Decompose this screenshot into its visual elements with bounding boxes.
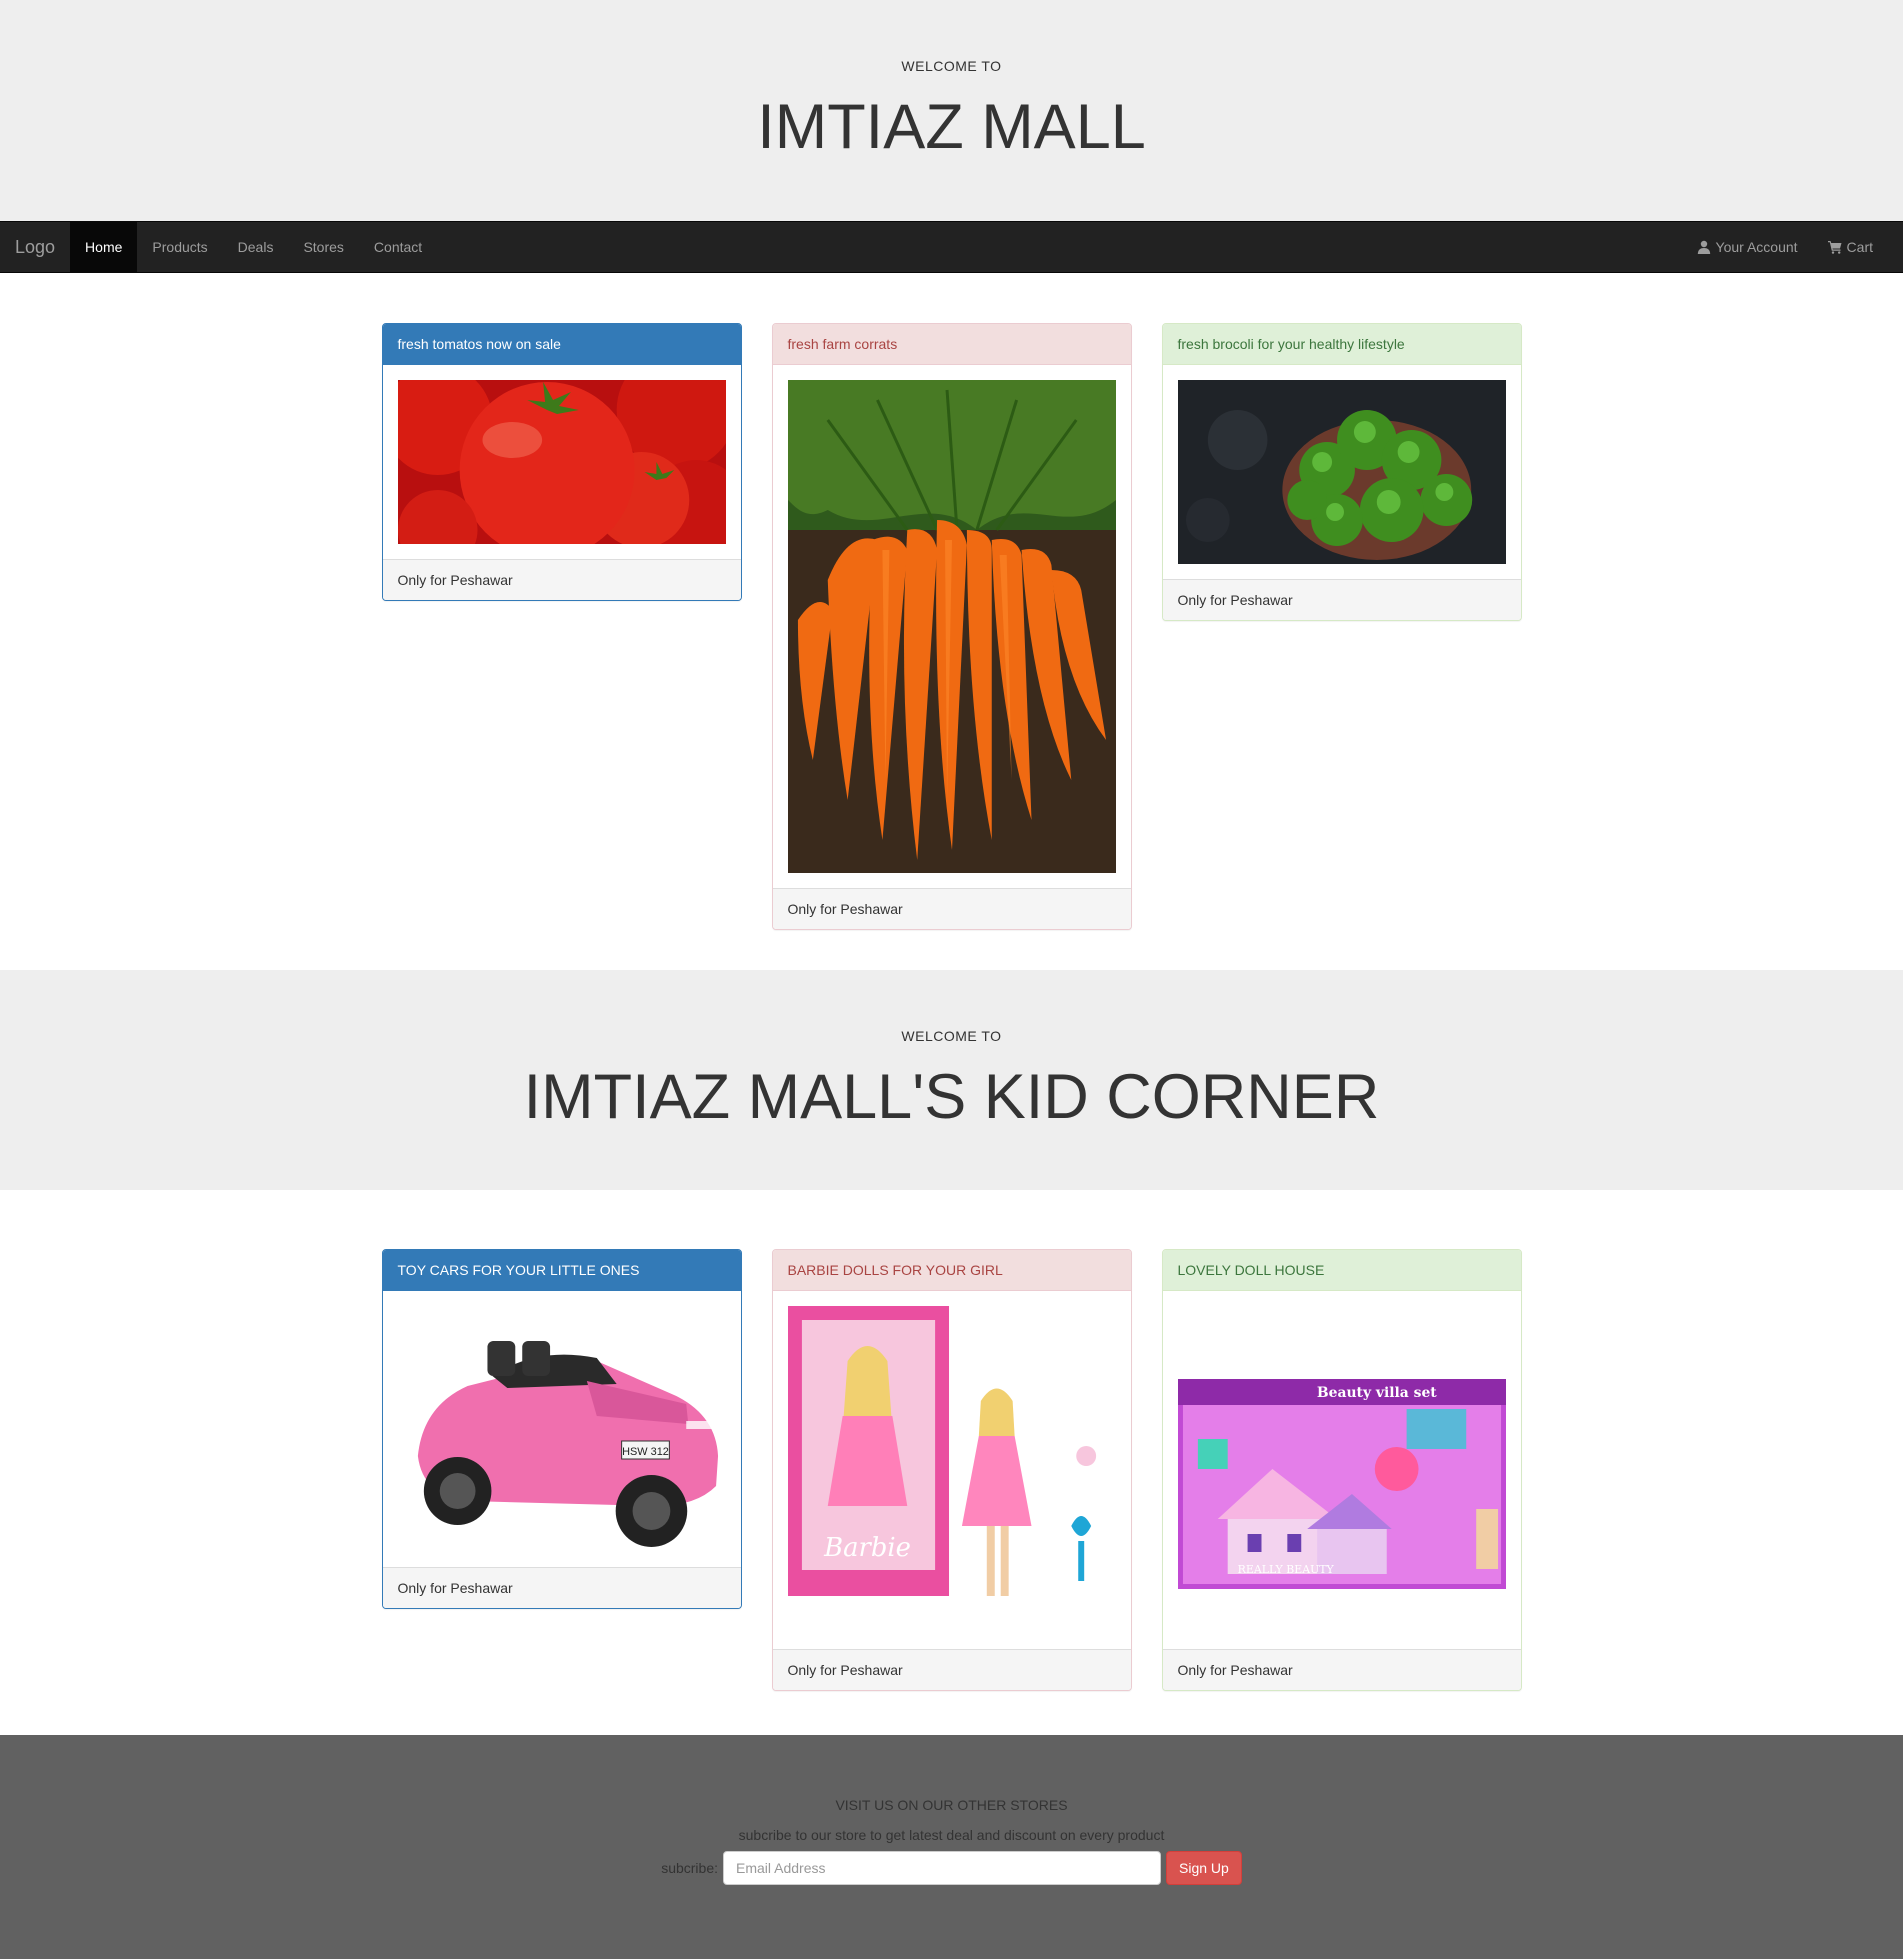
nav-link-contact[interactable]: Contact xyxy=(359,222,437,272)
barbie-doll-image: Barbie xyxy=(787,1306,1116,1634)
cart-icon xyxy=(1827,241,1842,254)
your-account-link[interactable]: Your Account xyxy=(1682,222,1813,272)
product-panel-broccoli: fresh brocoli for your healthy lifestyle xyxy=(1161,323,1522,621)
main-navbar: Logo Home Products Deals Stores Contact … xyxy=(0,221,1903,273)
product-panel-toy-car: TOY CARS FOR YOUR LITTLE ONES HSW 312 On… xyxy=(381,1249,742,1609)
kids-products-row: TOY CARS FOR YOUR LITTLE ONES HSW 312 On… xyxy=(381,1190,1522,1735)
product-panel-carrots: fresh farm corrats Only for Peshawar xyxy=(771,323,1132,930)
footer-subtitle: subcribe to our store to get latest deal… xyxy=(738,1827,1165,1843)
nav-link-home[interactable]: Home xyxy=(70,222,138,272)
nav-link-products[interactable]: Products xyxy=(137,222,222,272)
page-footer: VISIT US ON OUR OTHER STORES subcribe to… xyxy=(0,1735,1903,1959)
nav-link-deals[interactable]: Deals xyxy=(223,222,289,272)
panel-heading: TOY CARS FOR YOUR LITTLE ONES xyxy=(382,1250,741,1291)
email-input[interactable] xyxy=(723,1851,1161,1885)
panel-footer: Only for Peshawar xyxy=(1162,1649,1521,1690)
panel-footer: Only for Peshawar xyxy=(772,888,1131,929)
svg-text:Beauty villa set: Beauty villa set xyxy=(1316,1385,1436,1401)
kids-corner-jumbotron: WELCOME TO IMTIAZ MALL'S KID CORNER xyxy=(0,970,1903,1190)
carrots-image xyxy=(787,380,1116,873)
doll-house-image: Beauty villa set REALLY BEAUTY xyxy=(1177,1306,1506,1634)
panel-footer: Only for Peshawar xyxy=(382,559,741,600)
panel-heading: fresh farm corrats xyxy=(772,324,1131,365)
panel-heading: fresh brocoli for your healthy lifestyle xyxy=(1162,324,1521,365)
panel-footer: Only for Peshawar xyxy=(1162,579,1521,620)
footer-title: VISIT US ON OUR OTHER STORES xyxy=(835,1797,1068,1813)
subscribe-form: subcribe: Sign Up xyxy=(0,1851,1903,1885)
welcome-jumbotron: WELCOME TO IMTIAZ MALL xyxy=(0,0,1903,221)
user-icon xyxy=(1697,240,1710,254)
product-panel-barbie: BARBIE DOLLS FOR YOUR GIRL Barbie Only f… xyxy=(771,1249,1132,1691)
panel-footer: Only for Peshawar xyxy=(382,1567,741,1608)
subscribe-label: subcribe: xyxy=(661,1860,718,1876)
product-panel-tomatoes: fresh tomatos now on sale Only for Pesha… xyxy=(381,323,742,601)
welcome-eyebrow: WELCOME TO xyxy=(901,58,1002,74)
svg-text:HSW 312: HSW 312 xyxy=(622,1446,669,1458)
sign-up-button[interactable]: Sign Up xyxy=(1166,1851,1242,1885)
panel-heading: fresh tomatos now on sale xyxy=(382,324,741,365)
svg-text:Barbie: Barbie xyxy=(823,1533,911,1563)
panel-footer: Only for Peshawar xyxy=(772,1649,1131,1690)
panel-heading: BARBIE DOLLS FOR YOUR GIRL xyxy=(772,1250,1131,1291)
panel-heading: LOVELY DOLL HOUSE xyxy=(1162,1250,1521,1291)
toy-car-image: HSW 312 xyxy=(397,1306,726,1552)
broccoli-image xyxy=(1177,380,1506,564)
navbar-right: Your Account Cart xyxy=(1682,222,1903,272)
tomatoes-image xyxy=(397,380,726,544)
nav-link-stores[interactable]: Stores xyxy=(288,222,358,272)
product-panel-doll-house: LOVELY DOLL HOUSE Beauty villa set REALL… xyxy=(1161,1249,1522,1691)
produce-row: fresh tomatos now on sale Only for Pesha… xyxy=(381,273,1522,970)
cart-label: Cart xyxy=(1846,239,1873,255)
kids-eyebrow: WELCOME TO xyxy=(901,1028,1002,1044)
cart-link[interactable]: Cart xyxy=(1813,222,1888,272)
navbar-brand-logo[interactable]: Logo xyxy=(0,222,70,272)
kids-corner-title: IMTIAZ MALL'S KID CORNER xyxy=(523,1062,1380,1132)
svg-text:REALLY BEAUTY: REALLY BEAUTY xyxy=(1237,1563,1334,1576)
page-title: IMTIAZ MALL xyxy=(757,92,1146,162)
your-account-label: Your Account xyxy=(1715,239,1798,255)
